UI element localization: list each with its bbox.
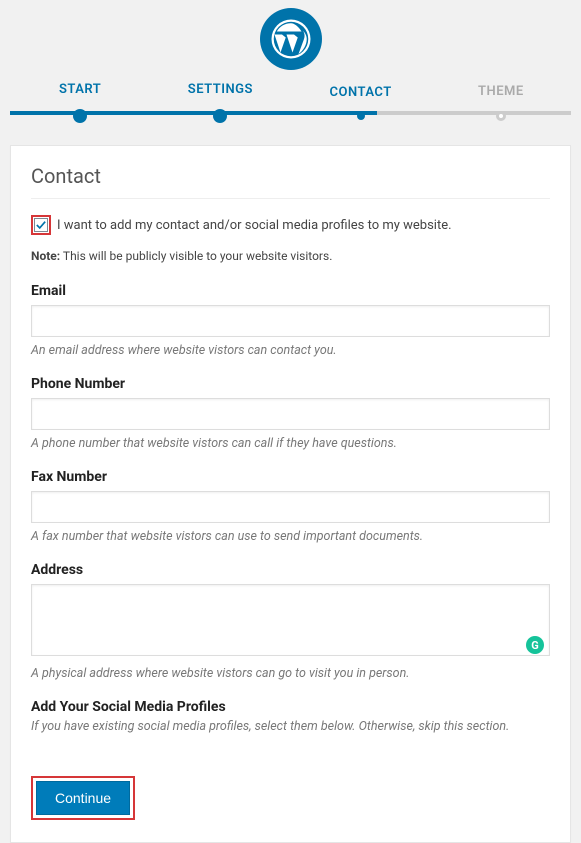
step-settings[interactable]: SETTINGS <box>150 82 290 123</box>
page-title: Contact <box>31 164 550 199</box>
phone-input[interactable] <box>31 398 550 430</box>
continue-button[interactable]: Continue <box>36 781 130 815</box>
step-dot-current-icon <box>357 112 365 120</box>
email-help: An email address where website vistors c… <box>31 343 550 358</box>
wizard-stepper: START SETTINGS CONTACT THEME <box>0 82 581 145</box>
address-input[interactable] <box>31 584 550 656</box>
step-label: SETTINGS <box>150 82 290 97</box>
social-sub: If you have existing social media profil… <box>31 719 550 734</box>
enable-contact-row: I want to add my contact and/or social m… <box>31 215 550 235</box>
phone-help: A phone number that website vistors can … <box>31 436 550 451</box>
step-start[interactable]: START <box>10 82 150 123</box>
step-dot-icon <box>213 109 227 123</box>
contact-card: Contact I want to add my contact and/or … <box>10 145 571 843</box>
step-dot-icon <box>73 109 87 123</box>
address-label: Address <box>31 562 550 578</box>
note-bold: Note: <box>31 249 60 263</box>
step-label: CONTACT <box>291 85 431 100</box>
step-theme: THEME <box>431 84 571 121</box>
step-label: THEME <box>431 84 571 99</box>
visibility-note: Note: This will be publicly visible to y… <box>31 249 550 263</box>
email-field-group: Email An email address where website vis… <box>31 283 550 358</box>
highlight-box: Continue <box>31 776 135 820</box>
check-icon <box>36 220 46 230</box>
note-text: This will be publicly visible to your we… <box>60 249 332 263</box>
email-label: Email <box>31 283 550 299</box>
header-logo <box>0 0 581 82</box>
enable-contact-label: I want to add my contact and/or social m… <box>57 218 452 233</box>
fax-field-group: Fax Number A fax number that website vis… <box>31 469 550 544</box>
address-field-group: Address G A physical address where websi… <box>31 562 550 681</box>
phone-label: Phone Number <box>31 376 550 392</box>
social-title: Add Your Social Media Profiles <box>31 699 550 715</box>
highlight-box <box>31 215 51 235</box>
step-contact[interactable]: CONTACT <box>291 85 431 120</box>
fax-input[interactable] <box>31 491 550 523</box>
address-help: A physical address where website vistors… <box>31 666 550 681</box>
fax-help: A fax number that website vistors can us… <box>31 529 550 544</box>
email-input[interactable] <box>31 305 550 337</box>
enable-contact-checkbox[interactable] <box>34 218 48 232</box>
phone-field-group: Phone Number A phone number that website… <box>31 376 550 451</box>
wordpress-logo-icon <box>260 8 322 70</box>
step-dot-inactive-icon <box>496 111 506 121</box>
grammarly-icon[interactable]: G <box>526 636 544 654</box>
step-label: START <box>10 82 150 97</box>
fax-label: Fax Number <box>31 469 550 485</box>
